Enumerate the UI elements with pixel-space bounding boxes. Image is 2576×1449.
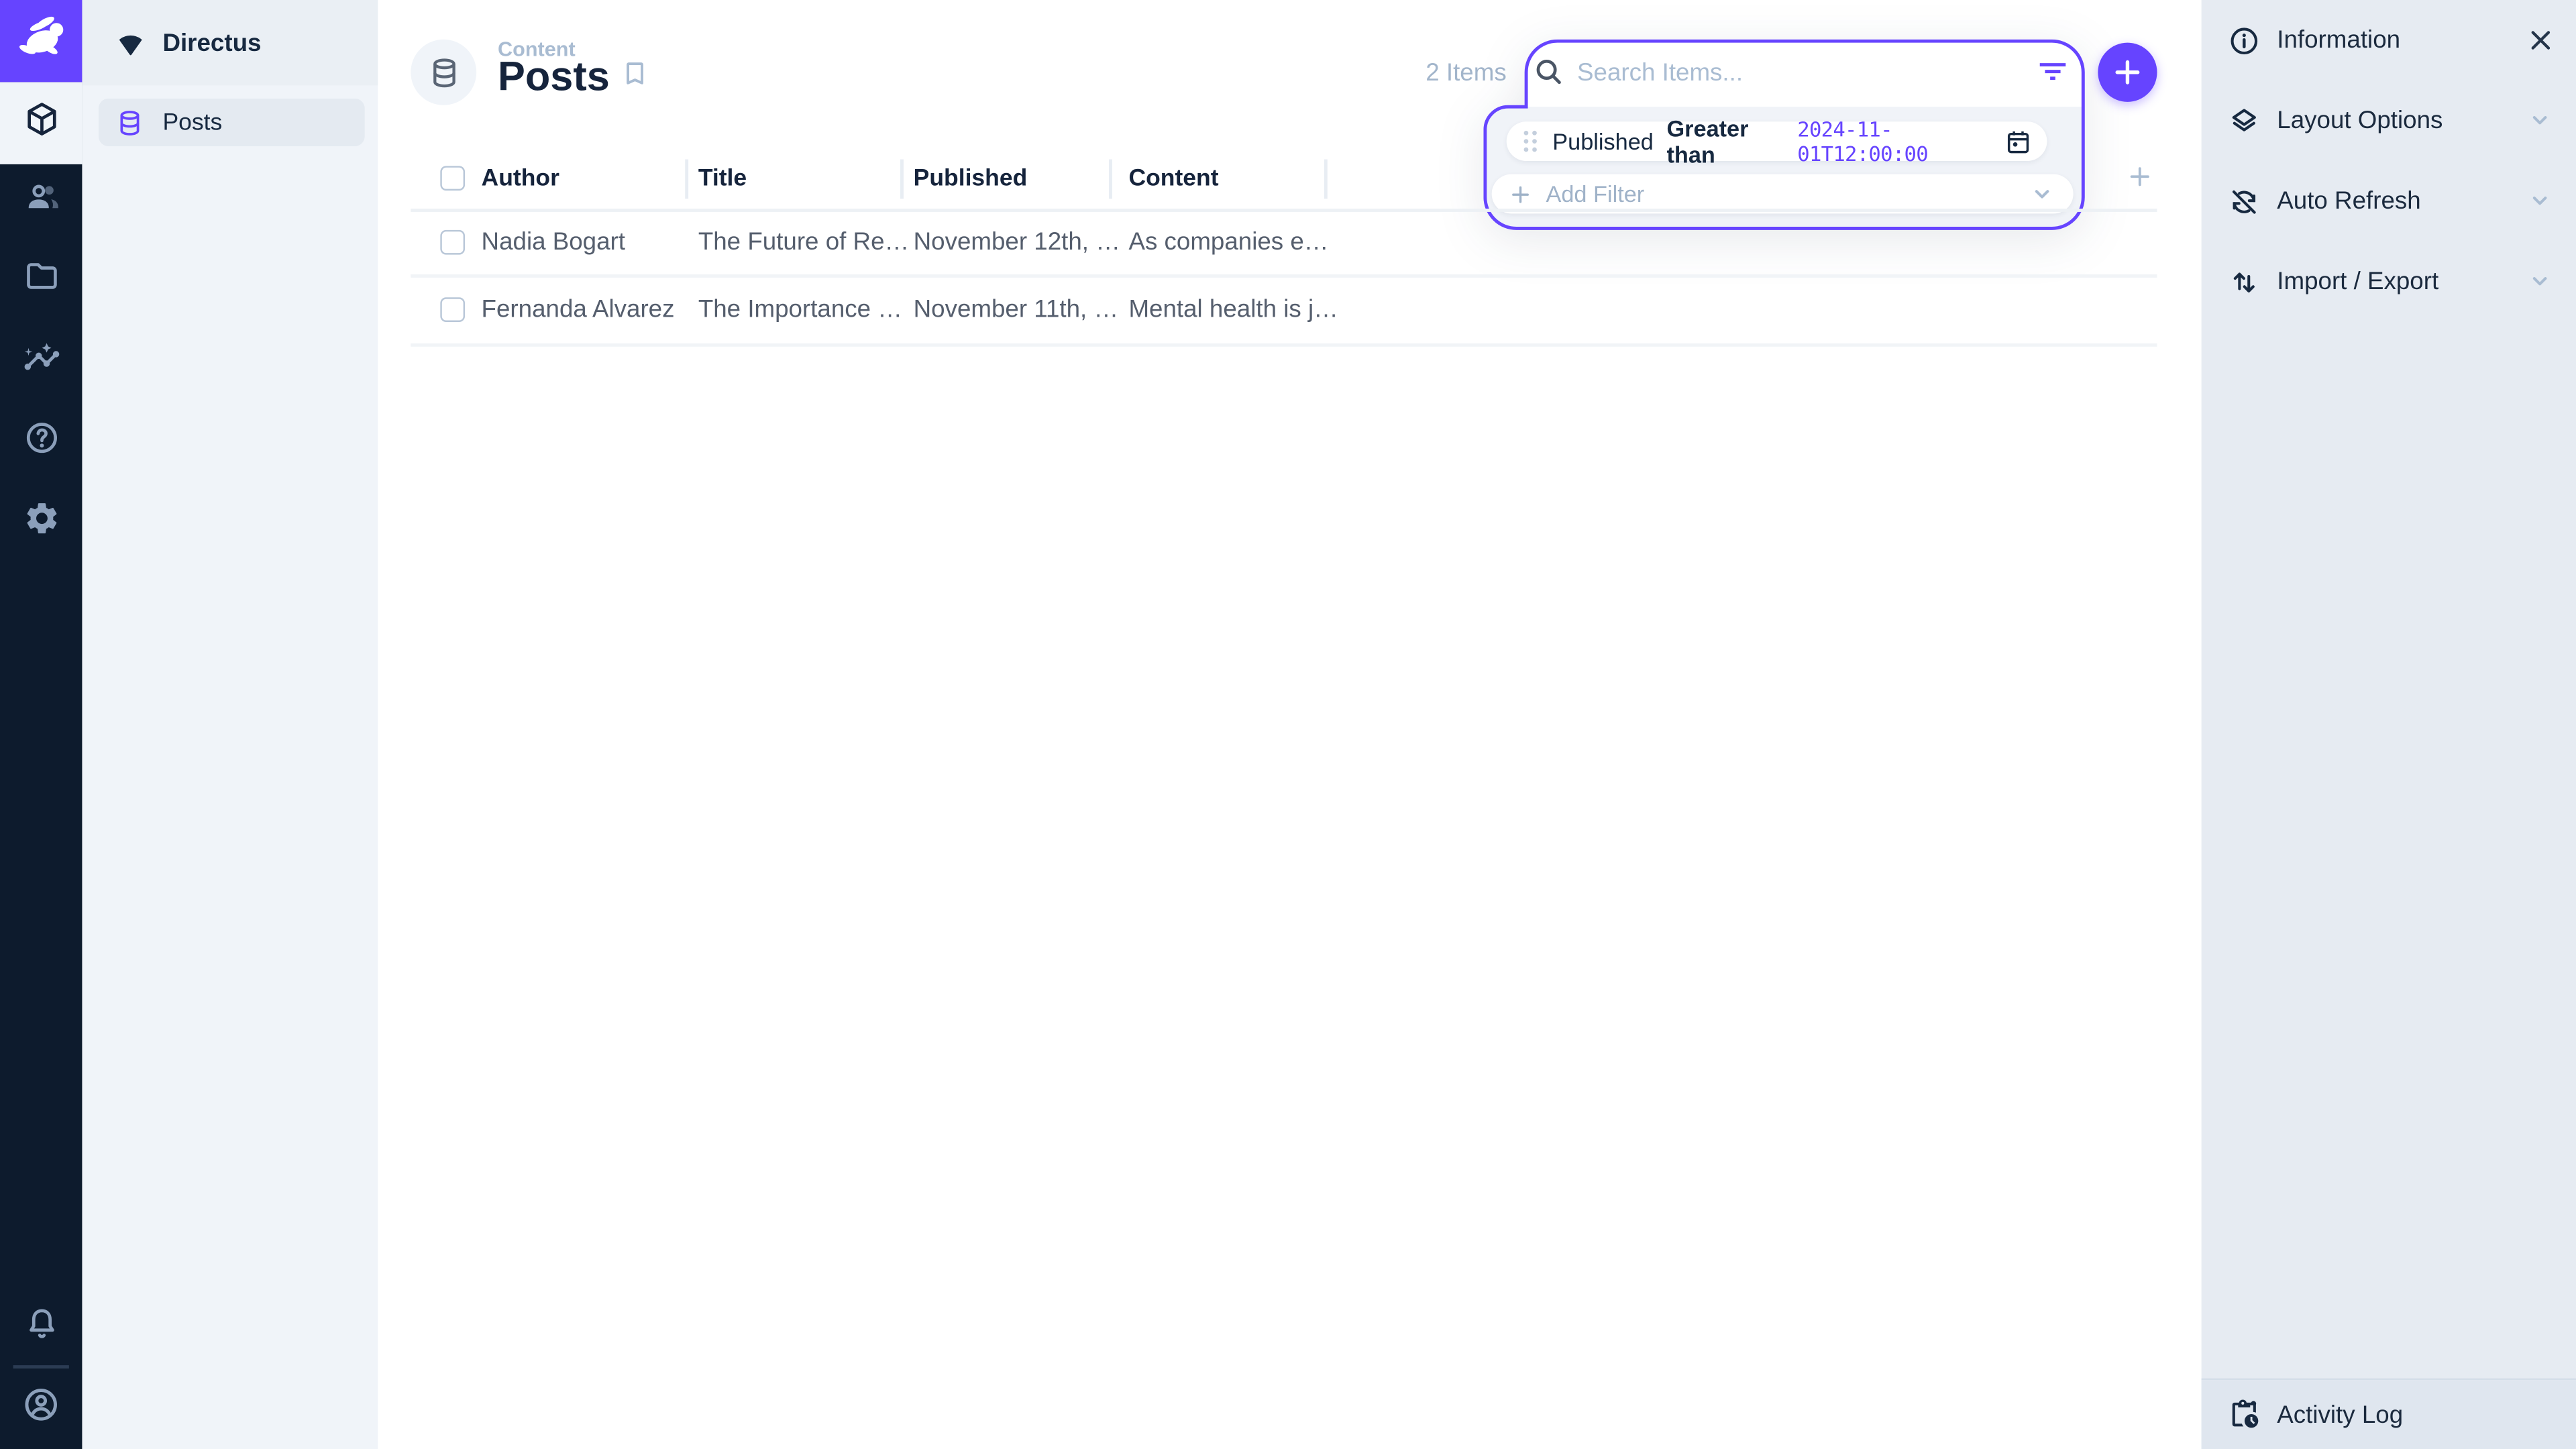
cell-content[interactable]: As companies e… xyxy=(1128,227,1328,260)
chevron-down-icon[interactable] xyxy=(2525,266,2555,304)
project-header[interactable]: Directus xyxy=(82,0,378,85)
bell-icon xyxy=(22,1304,60,1350)
column-header-title[interactable]: Title xyxy=(698,162,747,195)
cell-author[interactable]: Fernanda Alvarez xyxy=(482,294,675,327)
directus-app: Directus Posts Content Posts 2 Items Pub… xyxy=(0,0,2576,1449)
nav-sidebar xyxy=(82,0,378,1449)
column-header-author[interactable]: Author xyxy=(482,162,559,195)
column-divider[interactable] xyxy=(685,160,688,199)
select-all-checkbox[interactable] xyxy=(440,166,465,191)
activity-log-button[interactable]: Activity Log xyxy=(2202,1380,2576,1449)
filter-field[interactable]: Published xyxy=(1552,128,1654,154)
help-icon xyxy=(22,419,60,465)
filter-value[interactable]: 2024-11-01T12:00:00 xyxy=(1797,117,1991,166)
row-checkbox[interactable] xyxy=(440,297,465,322)
module-content-button[interactable] xyxy=(0,82,82,164)
module-settings-button[interactable] xyxy=(0,483,82,562)
add-filter-label: Add Filter xyxy=(1546,180,1644,207)
sidebar-section-import-export[interactable]: Import / Export xyxy=(2202,241,2576,322)
layers-icon xyxy=(2228,105,2261,138)
folder-icon xyxy=(22,258,60,304)
module-insights-button[interactable] xyxy=(0,322,82,401)
collection-icon-button[interactable] xyxy=(411,40,476,105)
directus-logo-button[interactable] xyxy=(0,0,82,82)
filter-icon[interactable] xyxy=(2035,54,2070,97)
content-module-icon xyxy=(22,100,60,146)
cell-title[interactable]: The Future of Re… xyxy=(698,227,909,260)
add-filter-button[interactable]: Add Filter xyxy=(1492,174,2074,214)
activity-log-icon xyxy=(2228,1398,2261,1431)
items-count: 2 Items xyxy=(1347,59,1507,87)
sidebar-section-information[interactable]: Information xyxy=(2202,0,2576,80)
add-item-button[interactable] xyxy=(2098,43,2157,102)
project-name: Directus xyxy=(162,29,261,57)
plus-icon xyxy=(1508,182,1533,207)
calendar-icon[interactable] xyxy=(2004,127,2033,156)
add-column-button[interactable] xyxy=(2126,162,2154,199)
section-label: Import / Export xyxy=(2277,268,2438,296)
column-header-content[interactable]: Content xyxy=(1128,162,1218,195)
sidebar-section-layout-options[interactable]: Layout Options xyxy=(2202,80,2576,161)
search-icon xyxy=(1531,54,1565,97)
cell-title[interactable]: The Importance … xyxy=(698,294,902,327)
info-icon xyxy=(2228,24,2261,57)
import-export-icon xyxy=(2228,266,2261,299)
directus-rabbit-icon xyxy=(11,7,70,74)
drag-handle-icon[interactable] xyxy=(1521,128,1540,154)
database-icon xyxy=(115,107,144,137)
section-label: Information xyxy=(2277,26,2400,54)
avatar-icon xyxy=(21,1384,61,1432)
module-help-button[interactable] xyxy=(0,402,82,482)
chevron-down-icon[interactable] xyxy=(2525,186,2555,223)
page-title: Posts xyxy=(498,54,610,101)
bookmark-icon[interactable] xyxy=(619,58,651,97)
insights-icon xyxy=(22,338,60,384)
module-users-button[interactable] xyxy=(0,161,82,240)
notifications-button[interactable] xyxy=(0,1288,82,1367)
project-logo-icon xyxy=(115,27,146,58)
sidebar-item-posts[interactable]: Posts xyxy=(99,99,365,146)
section-label: Layout Options xyxy=(2277,107,2443,135)
chevron-down-icon[interactable] xyxy=(2525,105,2555,143)
column-divider[interactable] xyxy=(900,160,904,199)
cell-content[interactable]: Mental health is j… xyxy=(1128,294,1338,327)
cell-published[interactable]: November 11th, … xyxy=(914,294,1119,327)
filter-operator[interactable]: Greater than xyxy=(1666,115,1784,167)
row-checkbox[interactable] xyxy=(440,230,465,255)
module-files-button[interactable] xyxy=(0,241,82,321)
column-header-published[interactable]: Published xyxy=(914,162,1028,195)
header-divider xyxy=(411,209,2157,212)
users-icon xyxy=(22,177,60,223)
row-divider xyxy=(411,274,2157,278)
cell-published[interactable]: November 12th, … xyxy=(914,227,1120,260)
filter-rule[interactable]: Published Greater than 2024-11-01T12:00:… xyxy=(1507,121,2047,161)
chevron-down-icon[interactable] xyxy=(2027,179,2057,209)
database-icon xyxy=(427,55,461,89)
close-icon[interactable] xyxy=(2525,25,2557,64)
activity-log-label: Activity Log xyxy=(2277,1401,2403,1429)
sidebar-section-auto-refresh[interactable]: Auto Refresh xyxy=(2202,161,2576,241)
sidebar-item-label: Posts xyxy=(162,109,222,136)
cell-author[interactable]: Nadia Bogart xyxy=(482,227,625,260)
row-divider xyxy=(411,343,2157,347)
sync-disabled-icon xyxy=(2228,185,2261,218)
section-label: Auto Refresh xyxy=(2277,187,2420,215)
plus-icon xyxy=(2109,54,2145,91)
column-divider[interactable] xyxy=(1109,160,1112,199)
search-input[interactable] xyxy=(1577,51,1955,94)
settings-gear-icon xyxy=(22,499,60,545)
column-divider[interactable] xyxy=(1324,160,1328,199)
account-button[interactable] xyxy=(0,1368,82,1448)
